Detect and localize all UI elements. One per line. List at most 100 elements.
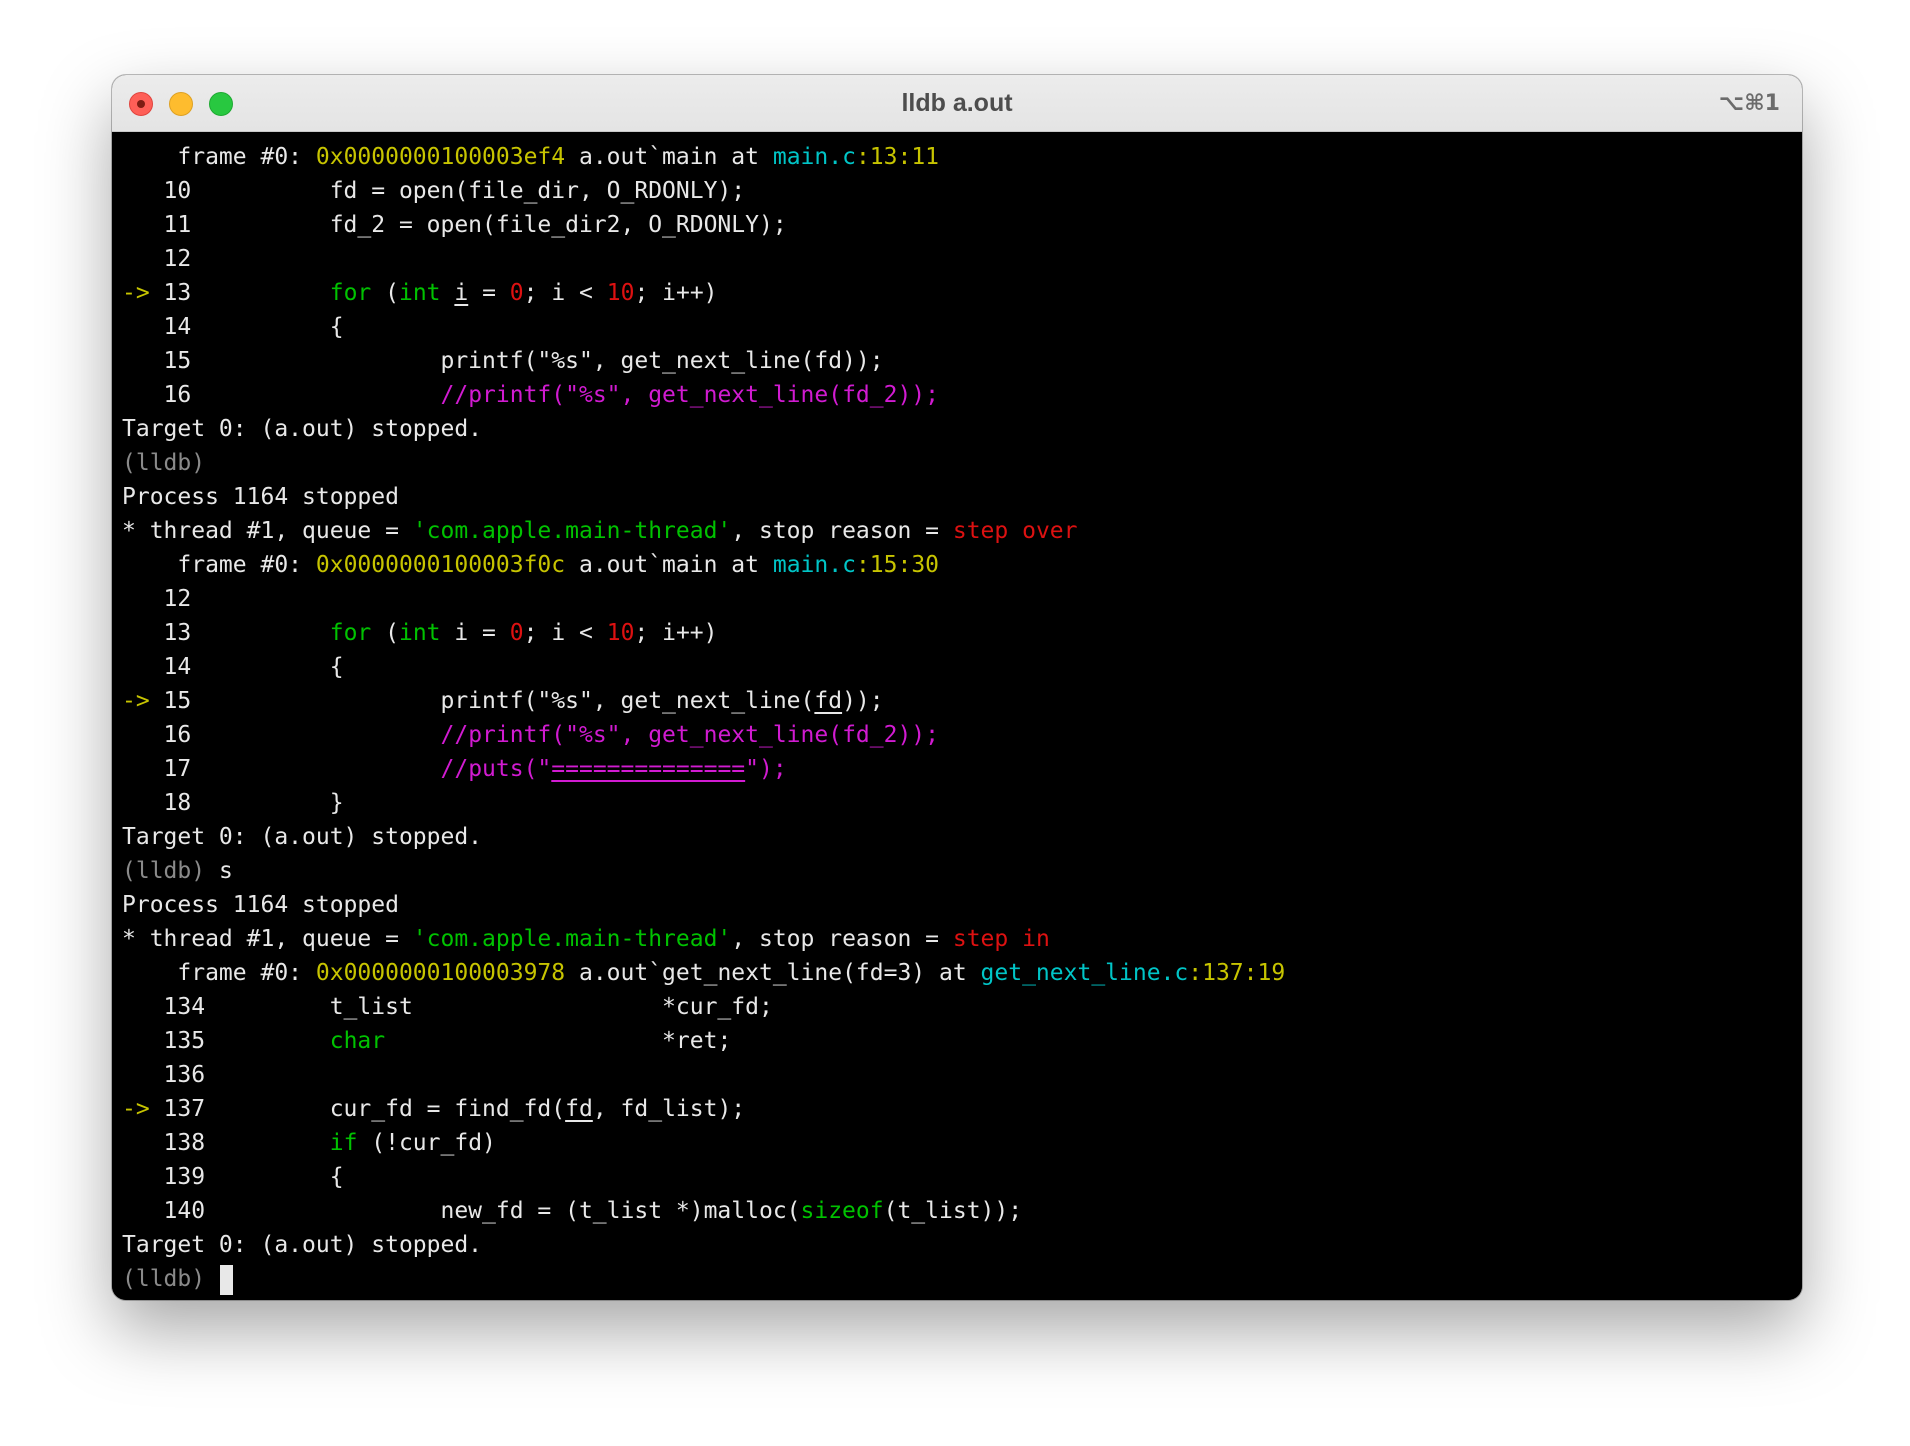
text-cursor xyxy=(219,1264,233,1295)
terminal-text: (lldb) xyxy=(122,1266,219,1292)
terminal-text: main.c xyxy=(772,552,856,578)
terminal-text: 17 xyxy=(122,756,441,782)
terminal-line: (lldb) xyxy=(122,446,1792,480)
terminal-text: ; i < xyxy=(523,280,607,306)
terminal-text: fd xyxy=(565,1096,593,1122)
terminal-line: 136 xyxy=(122,1058,1792,1092)
terminal-line: -> 13 for (int i = 0; i < 10; i++) xyxy=(122,276,1792,310)
terminal-text: get_next_line.c xyxy=(980,960,1189,986)
terminal-text: 13 xyxy=(122,620,330,646)
terminal-line: 12 xyxy=(122,242,1792,276)
terminal-text: step over xyxy=(952,518,1078,544)
terminal-line: 10 fd = open(file_dir, O_RDONLY); xyxy=(122,174,1792,208)
terminal-text: 138 xyxy=(122,1130,330,1156)
terminal-line: frame #0: 0x0000000100003ef4 a.out`main … xyxy=(122,140,1792,174)
terminal-text: :137:19 xyxy=(1188,960,1286,986)
terminal-line: frame #0: 0x0000000100003f0c a.out`main … xyxy=(122,548,1792,582)
terminal-text: //puts(" xyxy=(440,756,552,782)
terminal-text: )); xyxy=(842,688,884,714)
terminal-text: ; i++) xyxy=(634,620,718,646)
terminal-line: 135 char *ret; xyxy=(122,1024,1792,1058)
terminal-text: 0x0000000100003f0c xyxy=(315,552,566,578)
terminal-text: 13 xyxy=(163,280,330,306)
terminal-text: , stop reason = xyxy=(731,926,953,952)
terminal-line: Target 0: (a.out) stopped. xyxy=(122,412,1792,446)
terminal-text: 0 xyxy=(509,620,524,646)
terminal-text: * thread #1, queue = xyxy=(122,926,413,952)
window-title: lldb a.out xyxy=(901,89,1013,117)
terminal-text: if xyxy=(329,1130,358,1156)
terminal-text: :15:30 xyxy=(855,552,940,578)
terminal-line: 18 } xyxy=(122,786,1792,820)
terminal-line: 15 printf("%s", get_next_line(fd)); xyxy=(122,344,1792,378)
terminal-text: step in xyxy=(952,926,1050,952)
terminal-text: 134 t_list *cur_fd; xyxy=(122,994,773,1020)
terminal-text: frame #0: xyxy=(122,960,316,986)
terminal-text: i = xyxy=(440,620,510,646)
terminal-text: (lldb) xyxy=(122,858,206,884)
terminal-line: 134 t_list *cur_fd; xyxy=(122,990,1792,1024)
terminal-text: s xyxy=(205,858,233,884)
terminal-window: lldb a.out ⌥⌘1 frame #0: 0x0000000100003… xyxy=(112,75,1802,1300)
terminal-text: for xyxy=(329,280,372,306)
terminal-line: Target 0: (a.out) stopped. xyxy=(122,1228,1792,1262)
terminal-text: 137 cur_fd = find_fd( xyxy=(163,1096,566,1122)
terminal-line: Target 0: (a.out) stopped. xyxy=(122,820,1792,854)
terminal-text: Target 0: (a.out) stopped. xyxy=(122,416,483,442)
terminal-text: sizeof xyxy=(800,1198,884,1224)
terminal-output[interactable]: frame #0: 0x0000000100003ef4 a.out`main … xyxy=(112,132,1802,1300)
terminal-text: 0x0000000100003978 xyxy=(315,960,566,986)
terminal-text: -> xyxy=(122,688,164,714)
terminal-text: 0x0000000100003ef4 xyxy=(315,144,566,170)
terminal-text: a.out`get_next_line(fd=3) at xyxy=(565,960,981,986)
terminal-text: 10 xyxy=(606,280,635,306)
window-shortcut: ⌥⌘1 xyxy=(1718,91,1780,116)
terminal-line: 13 for (int i = 0; i < 10; i++) xyxy=(122,616,1792,650)
terminal-text: a.out`main at xyxy=(565,552,773,578)
terminal-text: 0 xyxy=(509,280,524,306)
terminal-text: Process 1164 stopped xyxy=(122,484,399,510)
terminal-text: 'com.apple.main-thread' xyxy=(412,518,732,544)
terminal-line: 17 //puts("=============="); xyxy=(122,752,1792,786)
terminal-text: 10 fd = open(file_dir, O_RDONLY); xyxy=(122,178,746,204)
terminal-text: for xyxy=(329,620,372,646)
terminal-text: main.c xyxy=(772,144,856,170)
terminal-text: :13:11 xyxy=(855,144,940,170)
terminal-text: ( xyxy=(371,280,399,306)
terminal-line: Process 1164 stopped xyxy=(122,888,1792,922)
terminal-text: frame #0: xyxy=(122,552,316,578)
terminal-text: 135 xyxy=(122,1028,330,1054)
terminal-line: 11 fd_2 = open(file_dir2, O_RDONLY); xyxy=(122,208,1792,242)
terminal-text: 12 xyxy=(122,586,192,612)
terminal-text: ============== xyxy=(551,756,746,782)
terminal-text: 15 printf("%s", get_next_line( xyxy=(163,688,815,714)
terminal-line: 12 xyxy=(122,582,1792,616)
terminal-line: 14 { xyxy=(122,310,1792,344)
terminal-text: 16 xyxy=(122,382,441,408)
terminal-text: Process 1164 stopped xyxy=(122,892,399,918)
terminal-text: 12 xyxy=(122,246,192,272)
terminal-text: (lldb) xyxy=(122,450,206,476)
terminal-text: , stop reason = xyxy=(731,518,953,544)
terminal-text: (!cur_fd) xyxy=(357,1130,496,1156)
terminal-text: (t_list)); xyxy=(883,1198,1023,1224)
terminal-text: 139 { xyxy=(122,1164,344,1190)
terminal-line: * thread #1, queue = 'com.apple.main-thr… xyxy=(122,922,1792,956)
terminal-text: //printf("%s", get_next_line(fd_2)); xyxy=(440,722,940,748)
terminal-line: Process 1164 stopped xyxy=(122,480,1792,514)
terminal-text: fd xyxy=(814,688,843,714)
terminal-text: 136 xyxy=(122,1062,206,1088)
terminal-line: 16 //printf("%s", get_next_line(fd_2)); xyxy=(122,378,1792,412)
terminal-line: -> 15 printf("%s", get_next_line(fd)); xyxy=(122,684,1792,718)
title-bar: lldb a.out ⌥⌘1 xyxy=(112,75,1802,132)
terminal-text: 14 { xyxy=(122,314,344,340)
terminal-text: i xyxy=(454,280,469,306)
terminal-text: Target 0: (a.out) stopped. xyxy=(122,824,483,850)
terminal-line: * thread #1, queue = 'com.apple.main-thr… xyxy=(122,514,1792,548)
terminal-text: 140 new_fd = (t_list *)malloc( xyxy=(122,1198,801,1224)
terminal-line: (lldb) s xyxy=(122,854,1792,888)
terminal-text: ; i++) xyxy=(634,280,718,306)
terminal-line: (lldb) xyxy=(122,1262,1792,1296)
terminal-text: 10 xyxy=(606,620,635,646)
